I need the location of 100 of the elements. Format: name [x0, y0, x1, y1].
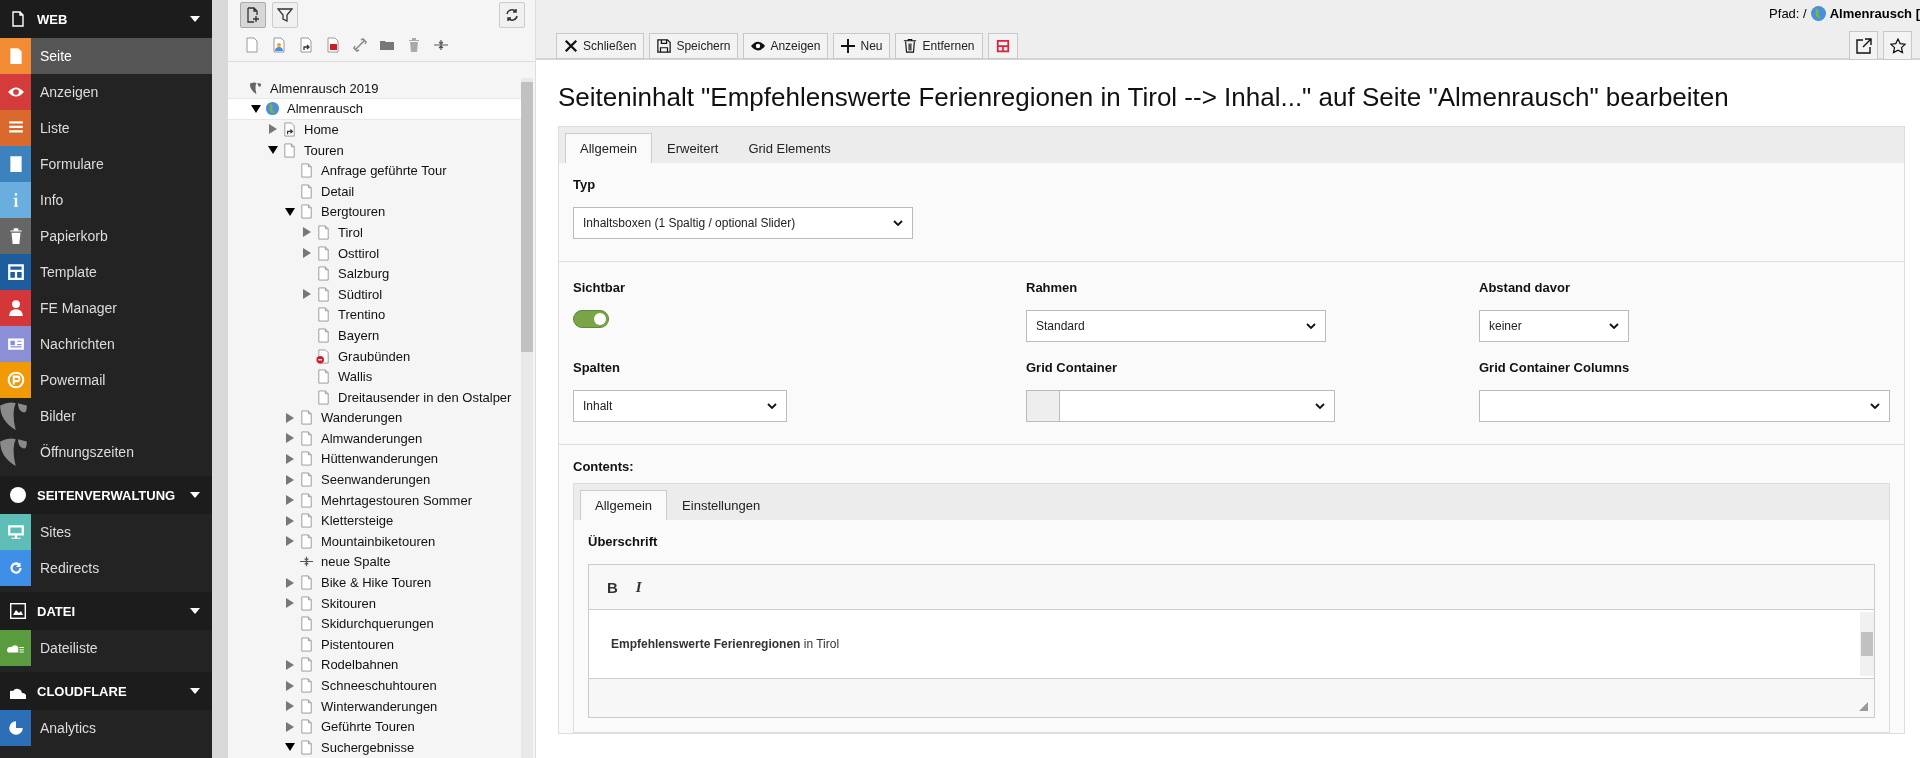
user-page-icon[interactable]: [271, 37, 287, 53]
expand-arrow-icon[interactable]: [302, 248, 312, 259]
select-field[interactable]: [1026, 390, 1335, 422]
module-item[interactable]: Bilder: [0, 398, 212, 434]
tab[interactable]: Allgemein: [580, 490, 668, 520]
type-select[interactable]: Inhaltsboxen (1 Spaltig / optional Slider): [573, 207, 913, 239]
filter-button[interactable]: [272, 2, 298, 28]
mount-page-icon[interactable]: [325, 37, 341, 53]
module-item[interactable]: Nachrichten: [0, 326, 212, 362]
tree-node[interactable]: Tirol: [228, 222, 521, 243]
resize-grip-icon[interactable]: [1859, 702, 1868, 711]
tree-node[interactable]: Skitouren: [228, 592, 521, 614]
expand-arrow-icon[interactable]: [268, 124, 278, 135]
path-page-link[interactable]: Almenrausch [: [1829, 6, 1920, 21]
tab[interactable]: Allgemein: [565, 133, 653, 163]
expand-arrow-icon[interactable]: [285, 701, 295, 712]
tab[interactable]: Erweitert: [652, 133, 734, 163]
module-item[interactable]: Öffnungszeiten: [0, 434, 212, 470]
bold-button[interactable]: B: [601, 576, 624, 598]
expand-arrow-icon[interactable]: [285, 495, 295, 506]
expand-arrow-icon[interactable]: [285, 454, 295, 464]
collapse-arrow-icon[interactable]: [268, 145, 278, 156]
module-item[interactable]: Seite: [0, 38, 212, 74]
tree-node[interactable]: Hüttenwanderungen: [228, 448, 521, 470]
tree-node[interactable]: Schneeschuhtouren: [228, 675, 521, 696]
tree-node[interactable]: Rodelbahnen: [228, 654, 521, 676]
tree-node[interactable]: Wanderungen: [228, 407, 521, 429]
tree-node[interactable]: Trentino: [228, 304, 521, 326]
select-field[interactable]: keiner: [1479, 310, 1629, 342]
expand-arrow-icon[interactable]: [302, 227, 312, 238]
tree-node[interactable]: Geführte Touren: [228, 716, 521, 737]
scrollbar[interactable]: [1860, 612, 1874, 676]
tab[interactable]: Einstellungen: [667, 490, 776, 520]
open-new-window-button[interactable]: [1849, 31, 1878, 60]
module-item[interactable]: Template: [0, 254, 212, 290]
expand-arrow-icon[interactable]: [285, 412, 295, 423]
module-item[interactable]: FE Manager: [0, 290, 212, 326]
module-item[interactable]: Papierkorb: [0, 218, 212, 254]
new-page-button[interactable]: [240, 2, 266, 28]
collapse-arrow-icon[interactable]: [285, 742, 295, 753]
tree-node[interactable]: Bike & Hike Touren: [228, 572, 521, 593]
module-item[interactable]: Sites: [0, 514, 212, 550]
expand-arrow-icon[interactable]: [285, 598, 295, 609]
collapse-arrow-icon[interactable]: [251, 103, 261, 114]
tree-node[interactable]: Wallis: [228, 366, 521, 387]
module-item[interactable]: Redirects: [0, 550, 212, 586]
tab[interactable]: Grid Elements: [733, 133, 846, 163]
tree-node[interactable]: Almenrausch 2019: [228, 78, 521, 99]
toolbar-button[interactable]: Speichern: [649, 32, 739, 59]
toolbar-button[interactable]: Neu: [833, 32, 891, 59]
link-icon[interactable]: [352, 37, 368, 53]
expand-arrow-icon[interactable]: [285, 536, 295, 547]
expand-arrow-icon[interactable]: [302, 289, 312, 300]
scrollbar[interactable]: [521, 78, 533, 758]
tree-node[interactable]: Almwanderungen: [228, 428, 521, 449]
tree-node[interactable]: neue Spalte: [228, 551, 521, 573]
toolbar-button[interactable]: Anzeigen: [743, 32, 829, 59]
tree-node[interactable]: Osttirol: [228, 242, 521, 264]
select-field[interactable]: [1479, 390, 1890, 422]
toolbar-button[interactable]: Schließen: [556, 32, 645, 59]
module-item[interactable]: Analytics: [0, 710, 212, 746]
select-field[interactable]: Inhalt: [573, 390, 787, 422]
module-item[interactable]: Liste: [0, 110, 212, 146]
tree-node[interactable]: Salzburg: [228, 263, 521, 284]
tree-node[interactable]: Seenwanderungen: [228, 469, 521, 490]
bookmark-button[interactable]: [1883, 31, 1912, 60]
collapse-arrow-icon[interactable]: [285, 206, 295, 217]
tree-node[interactable]: Bayern: [228, 325, 521, 346]
module-item[interactable]: Formulare: [0, 146, 212, 182]
tree-node[interactable]: Anfrage geführte Tour: [228, 160, 521, 181]
divider-icon[interactable]: [433, 37, 449, 53]
tree-node[interactable]: Home: [228, 119, 521, 140]
tree-node[interactable]: Graubünden: [228, 345, 521, 367]
tree-node[interactable]: Touren: [228, 139, 521, 161]
tree-node[interactable]: Skidurchquerungen: [228, 613, 521, 635]
expand-arrow-icon[interactable]: [285, 577, 295, 588]
resize-handle[interactable]: [212, 0, 228, 758]
refresh-button[interactable]: [499, 2, 525, 28]
expand-arrow-icon[interactable]: [285, 515, 295, 526]
tree-node[interactable]: Klettersteige: [228, 510, 521, 532]
module-item[interactable]: Anzeigen: [0, 74, 212, 110]
visibility-toggle[interactable]: [573, 310, 609, 328]
tree-node[interactable]: Detail: [228, 180, 521, 202]
tree-node[interactable]: Südtirol: [228, 283, 521, 305]
expand-arrow-icon[interactable]: [285, 659, 295, 670]
tree-node[interactable]: Suchergebnisse: [228, 737, 521, 758]
shortcut-page-icon[interactable]: [298, 37, 314, 53]
tree-node[interactable]: Bergtouren: [228, 201, 521, 223]
expand-arrow-icon[interactable]: [285, 721, 295, 732]
trash-icon[interactable]: [406, 37, 422, 53]
expand-arrow-icon[interactable]: [285, 680, 295, 691]
module-item[interactable]: Powermail: [0, 362, 212, 398]
tree-node[interactable]: Dreitausender in den Ostalper: [228, 386, 521, 408]
tree-node[interactable]: Mehrtagestouren Sommer: [228, 489, 521, 511]
expand-arrow-icon[interactable]: [285, 433, 295, 444]
italic-button[interactable]: I: [629, 576, 648, 598]
tree-node[interactable]: Pistentouren: [228, 634, 521, 655]
tree-node[interactable]: Winterwanderungen: [228, 695, 521, 717]
tree-node[interactable]: Mountainbiketouren: [228, 531, 521, 552]
layout-button[interactable]: [987, 32, 1018, 59]
